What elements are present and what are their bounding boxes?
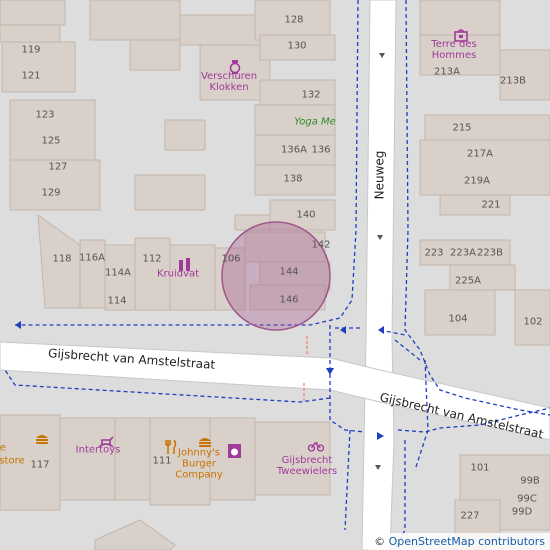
street-label-neuweg: Neuweg — [372, 150, 387, 200]
house-number: 116A — [79, 252, 105, 264]
house-number: 106 — [221, 253, 241, 265]
house-number: 225A — [455, 275, 481, 287]
house-number: 102 — [523, 316, 543, 328]
house-number: 127 — [48, 161, 68, 173]
house-number: 138 — [283, 173, 303, 185]
house-number: 111 — [152, 455, 172, 467]
poi-label-johnnys[interactable]: Johnny's Burger Company — [175, 448, 223, 481]
house-number: 121 — [21, 70, 41, 82]
house-number: 223B — [477, 247, 503, 259]
poi-label-store-partial[interactable]: e — [0, 443, 6, 454]
house-number: 123 — [35, 109, 55, 121]
house-number: 213A — [434, 66, 460, 78]
house-number: 114A — [105, 267, 131, 279]
attribution-link[interactable]: OpenStreetMap contributors — [389, 535, 545, 548]
copyright-symbol: © — [374, 535, 386, 548]
house-number: 99B — [520, 475, 540, 487]
house-number: 223A — [450, 247, 476, 259]
house-number: 227 — [460, 510, 480, 522]
house-number: 112 — [142, 253, 162, 265]
house-number: 217A — [467, 148, 493, 160]
house-number: 129 — [41, 187, 61, 199]
house-number: 213B — [500, 75, 526, 87]
house-number: 219A — [464, 175, 490, 187]
poi-label-yoga[interactable]: Yoga Me — [294, 117, 336, 128]
house-number: 114 — [107, 295, 127, 307]
map-view[interactable]: Neuweg Gijsbrecht van Amstelstraat Gijsb… — [0, 0, 550, 550]
poi-label-terre[interactable]: Terre des Hommes — [431, 39, 476, 61]
poi-label-intertoys[interactable]: Intertoys — [76, 445, 121, 456]
house-number: 118 — [52, 253, 72, 265]
house-number: 142 — [311, 239, 331, 251]
house-number: 125 — [41, 135, 61, 147]
house-number: 146 — [279, 294, 299, 306]
location-highlight — [221, 221, 331, 331]
poi-label-verschuren[interactable]: Verschuren Klokken — [201, 71, 257, 93]
house-number: 223 — [424, 247, 444, 259]
house-number: 101 — [470, 462, 490, 474]
house-number: 119 — [21, 44, 41, 56]
house-number: 132 — [301, 89, 321, 101]
house-number: 130 — [287, 40, 307, 52]
house-number: 99C — [517, 493, 537, 505]
house-number: 215 — [452, 122, 472, 134]
house-number: 221 — [481, 199, 501, 211]
map-attribution: © OpenStreetMap contributors — [369, 533, 550, 550]
house-number: 104 — [448, 313, 468, 325]
house-number: 136 — [311, 144, 331, 156]
poi-label-kruidvat[interactable]: Kruidvat — [157, 269, 199, 280]
house-number: 140 — [296, 209, 316, 221]
poi-label-store[interactable]: store — [0, 456, 25, 467]
house-number: 117 — [30, 459, 50, 471]
house-number: 99D — [511, 506, 533, 518]
house-number: 136A — [281, 144, 307, 156]
house-number: 144 — [279, 266, 299, 278]
poi-label-tweewielers[interactable]: Gijsbrecht Tweewielers — [277, 455, 337, 477]
house-number: 128 — [284, 14, 304, 26]
